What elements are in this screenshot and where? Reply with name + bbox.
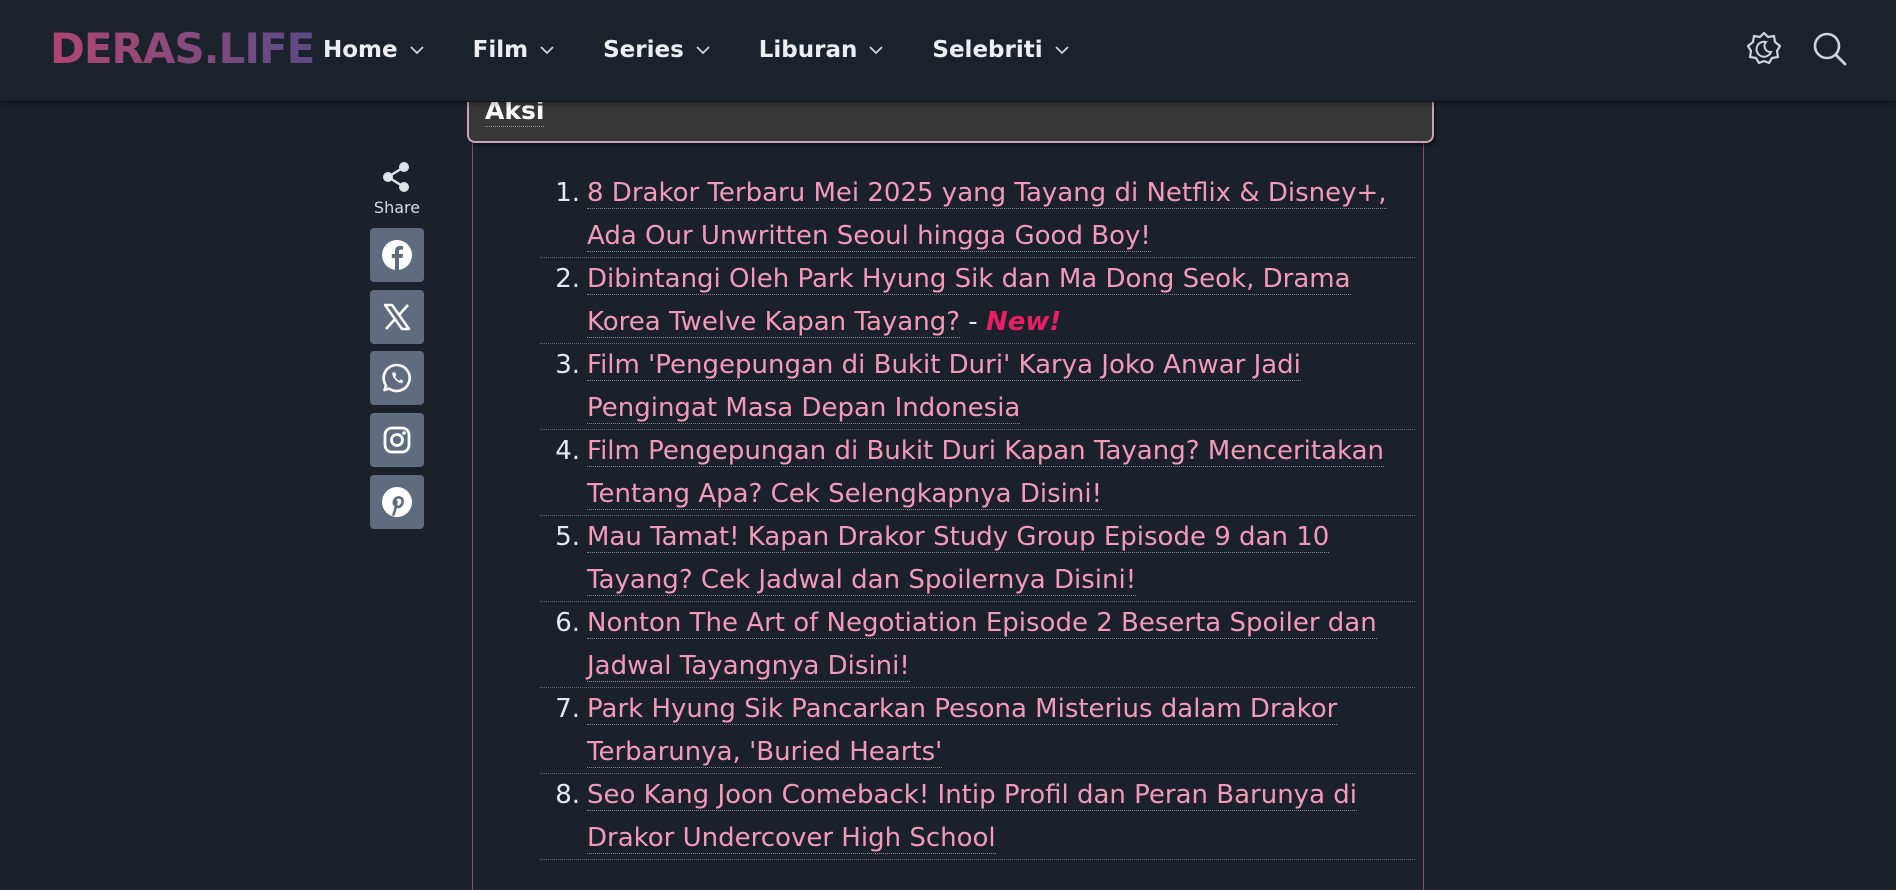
nav-item-label: Film (472, 37, 529, 63)
list-item-number: 2. (555, 264, 580, 294)
article-link[interactable]: Park Hyung Sik Pancarkan Pesona Misteriu… (587, 694, 1338, 768)
whatsapp-icon (382, 363, 411, 393)
share-label: Share (373, 198, 421, 217)
list-item-number: 7. (555, 694, 580, 724)
chevron-down-icon (540, 46, 554, 55)
nav-item-label: Liburan (758, 37, 858, 63)
nav-item-liburan[interactable]: Liburan (759, 37, 885, 63)
related-articles-list: 1. 8 Drakor Terbaru Mei 2025 yang Tayang… (540, 172, 1415, 860)
separator-text: - (960, 306, 986, 337)
share-whatsapp-button[interactable] (370, 351, 424, 405)
article-link[interactable]: Nonton The Art of Negotiation Episode 2 … (587, 608, 1377, 682)
x-logo-icon (383, 303, 411, 331)
share-instagram-button[interactable] (370, 413, 424, 467)
list-item: 1. 8 Drakor Terbaru Mei 2025 yang Tayang… (540, 172, 1415, 258)
list-item-number: 3. (555, 350, 580, 380)
list-item: 8. Seo Kang Joon Comeback! Intip Profil … (540, 774, 1415, 860)
chevron-down-icon (869, 46, 884, 55)
instagram-icon (383, 426, 411, 454)
share-pinterest-button[interactable] (370, 475, 424, 529)
article-link[interactable]: Film 'Pengepungan di Bukit Duri' Karya J… (587, 350, 1301, 424)
nav-item-film[interactable]: Film (473, 37, 555, 63)
chevron-down-icon (696, 46, 710, 55)
share-facebook-button[interactable] (370, 228, 424, 282)
list-item: 6. Nonton The Art of Negotiation Episode… (540, 602, 1415, 688)
list-item-number: 6. (555, 608, 580, 638)
article-link[interactable]: Film Pengepungan di Bukit Duri Kapan Tay… (587, 436, 1385, 510)
chevron-down-icon (409, 46, 424, 55)
list-item-number: 8. (555, 780, 580, 810)
nav-item-label: Selebriti (932, 37, 1043, 63)
new-badge: New! (985, 306, 1062, 337)
list-item: 7. Park Hyung Sik Pancarkan Pesona Miste… (540, 688, 1415, 774)
nav-item-series[interactable]: Series (603, 37, 711, 63)
share-x-button[interactable] (370, 290, 424, 344)
nav-item-selebriti[interactable]: Selebriti (932, 37, 1069, 63)
article-link[interactable]: Mau Tamat! Kapan Drakor Study Group Epis… (587, 522, 1330, 596)
list-item: 4. Film Pengepungan di Bukit Duri Kapan … (540, 430, 1415, 516)
article-link[interactable]: 8 Drakor Terbaru Mei 2025 yang Tayang di… (587, 178, 1387, 252)
facebook-icon (382, 240, 412, 270)
pinterest-icon (382, 487, 412, 517)
share-header: Share (370, 160, 424, 217)
search-icon[interactable] (1811, 30, 1849, 68)
list-item-number: 1. (555, 178, 580, 208)
nav-item-label: Home (323, 37, 398, 63)
share-icon (383, 162, 409, 192)
list-item: 2. Dibintangi Oleh Park Hyung Sik dan Ma… (540, 258, 1415, 344)
list-item: 5. Mau Tamat! Kapan Drakor Study Group E… (540, 516, 1415, 602)
site-logo[interactable]: DERAS.LIFE (50, 28, 315, 70)
theme-toggle-icon[interactable] (1745, 30, 1783, 68)
list-item: 3. Film 'Pengepungan di Bukit Duri' Kary… (540, 344, 1415, 430)
chevron-down-icon (1054, 46, 1069, 55)
nav-item-home[interactable]: Home (323, 37, 425, 63)
list-item-number: 5. (555, 522, 580, 552)
list-item-number: 4. (555, 436, 580, 466)
article-link[interactable]: Seo Kang Joon Comeback! Intip Profil dan… (587, 780, 1357, 854)
top-navigation-bar: DERAS.LIFE Home Film Series Liburan Sele… (0, 0, 1896, 102)
main-nav: Home Film Series Liburan Selebriti (323, 0, 1118, 100)
nav-item-label: Series (603, 37, 684, 63)
